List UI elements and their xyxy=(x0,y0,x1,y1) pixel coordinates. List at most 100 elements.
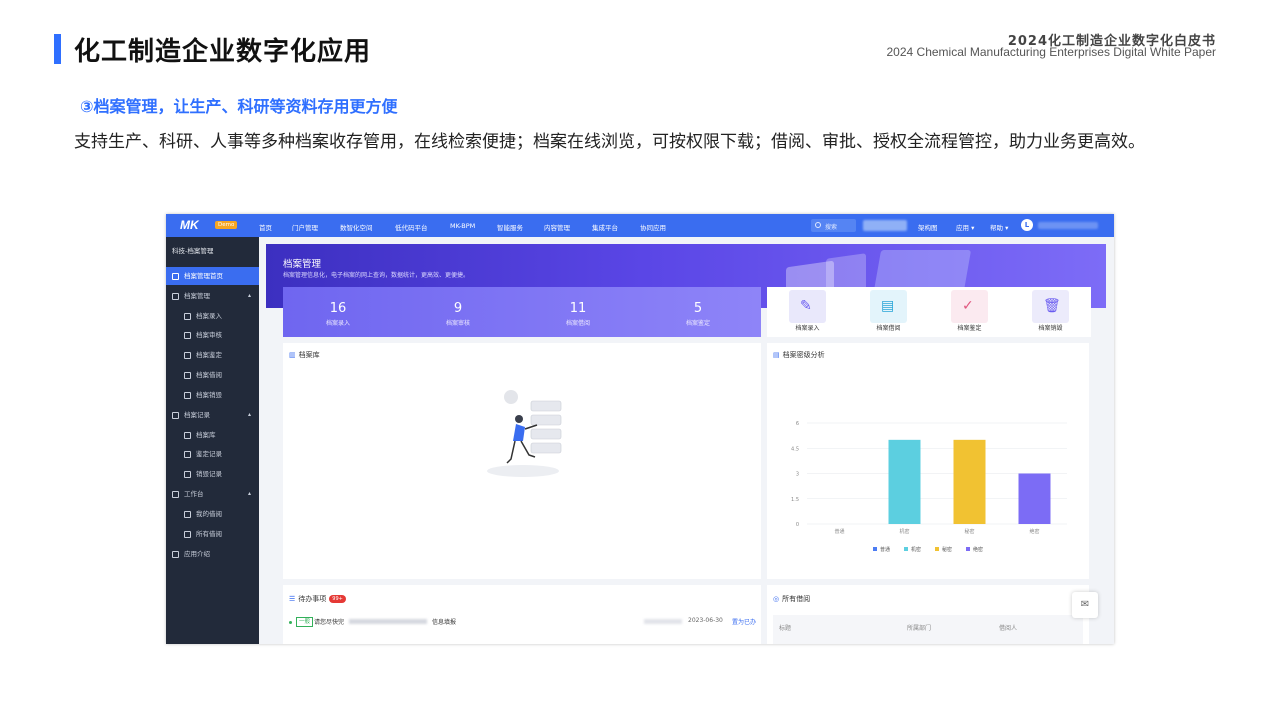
quick-action-card[interactable]: ▤ 档案借阅 xyxy=(848,287,929,337)
folder-icon xyxy=(172,490,179,498)
bar-4[interactable] xyxy=(1018,473,1051,525)
nav-content[interactable]: 内容管理 xyxy=(544,222,570,232)
todo-text-prefix: 请您尽快完 xyxy=(314,619,345,626)
nav-help-dropdown[interactable]: 帮助 ▾ xyxy=(990,222,1008,232)
nav-apps-dropdown[interactable]: 应用 ▾ xyxy=(956,222,974,232)
sidebar-item-label: 档案记录 xyxy=(184,411,210,419)
borrow-icon xyxy=(184,371,191,379)
nav-space[interactable]: 数智化空间 xyxy=(340,222,373,232)
quick-action-card[interactable]: 🗑 档案销毁 xyxy=(1010,287,1091,337)
sidebar-item[interactable]: 鉴定记录 xyxy=(166,445,259,463)
nav-collab[interactable]: 协同应用 xyxy=(640,222,666,232)
legend-swatch[interactable] xyxy=(966,547,970,551)
priority-tag: 一般 xyxy=(296,617,314,627)
list-icon: ☰ xyxy=(289,595,296,603)
body-paragraph: 支持生产、科研、人事等多种档案收存管用，在线检索便捷；档案在线浏览，可按权限下载… xyxy=(74,132,1145,152)
app-logo[interactable]: MK xyxy=(180,218,199,232)
legend-swatch[interactable] xyxy=(873,547,877,551)
bar-2[interactable] xyxy=(888,439,921,524)
y-tick-label: 4.5 xyxy=(791,446,799,452)
sidebar-item-label: 所有借阅 xyxy=(196,530,222,538)
quick-action-icon: ✎ xyxy=(800,298,812,314)
stat-borrow[interactable]: 11 档案借阅 xyxy=(523,301,633,327)
legend-label[interactable]: 绝密 xyxy=(973,546,983,553)
sidebar-item[interactable]: 档案管理 ▴ xyxy=(166,287,259,305)
sidebar-item[interactable]: 所有借阅 xyxy=(166,525,259,543)
slide: 化工制造企业数字化应用 2024化工制造企业数字化白皮书 2024 Chemic… xyxy=(0,0,1280,720)
stat-review[interactable]: 9 档案审核 xyxy=(403,301,513,327)
secrecy-analysis-panel: ▤ 档案密级分析 0 1.5 3 4.5 6 普通 机密 秘密 绝密 普通 机密 秘密 绝密 xyxy=(767,343,1089,579)
message-icon: ✉ xyxy=(1080,599,1090,610)
sidebar-item[interactable]: 档案鉴定 xyxy=(166,346,259,364)
sidebar-item-label: 档案库 xyxy=(196,431,216,439)
bar-3[interactable] xyxy=(953,439,986,524)
sidebar-item-label: 档案鉴定 xyxy=(196,351,222,359)
sidebar-item-label: 档案销毁 xyxy=(196,391,222,399)
sidebar-item[interactable]: 档案记录 ▴ xyxy=(166,406,259,424)
nav-integration[interactable]: 集成平台 xyxy=(592,222,618,232)
edit-icon xyxy=(184,450,191,458)
slide-title: 化工制造企业数字化应用 xyxy=(74,37,372,67)
sidebar-item[interactable]: 档案销毁 xyxy=(166,386,259,404)
blurred-text xyxy=(349,619,427,624)
legend-label[interactable]: 机密 xyxy=(911,546,921,553)
nav-architecture[interactable]: 架构图 xyxy=(918,222,938,232)
sidebar-item-label: 档案管理 xyxy=(184,292,210,300)
todo-count-badge: 99+ xyxy=(329,595,346,603)
section-title: ③档案管理，让生产、科研等资料存用更方便 xyxy=(80,97,398,116)
panel-title: ◎ 所有借阅 xyxy=(773,595,811,603)
sidebar-item[interactable]: 档案借阅 xyxy=(166,366,259,384)
sidebar: 科技-档案管理 档案管理首页 档案管理 ▴ 档案录入 档案审核 档案鉴定 档案借阅 档案销毁档… xyxy=(166,237,259,644)
nav-bpm[interactable]: MK-BPM xyxy=(450,222,475,230)
banner-title: 档案管理 xyxy=(283,259,322,270)
nav-lowcode[interactable]: 低代码平台 xyxy=(395,222,428,232)
user-icon xyxy=(184,510,191,518)
chevron-up-icon: ▴ xyxy=(247,411,251,418)
sidebar-item[interactable]: 档案审核 xyxy=(166,326,259,344)
blurred-username xyxy=(1038,222,1098,229)
avatar[interactable]: L xyxy=(1021,219,1033,231)
sidebar-item[interactable]: 我的借阅 xyxy=(166,505,259,523)
stat-label: 档案录入 xyxy=(325,320,350,327)
quick-action-icon: ▤ xyxy=(881,298,895,314)
todo-text-suffix: 信息填报 xyxy=(432,619,457,626)
nav-home[interactable]: 首页 xyxy=(259,222,272,232)
sidebar-item[interactable]: 档案库 xyxy=(166,426,259,444)
sidebar-item[interactable]: 应用介绍 xyxy=(166,545,259,563)
sidebar-item[interactable]: 工作台 ▴ xyxy=(166,485,259,503)
sidebar-item[interactable]: 档案录入 xyxy=(166,307,259,325)
quick-action-card[interactable]: ✎ 档案录入 xyxy=(767,287,848,337)
mark-done-link[interactable]: 置为已办 xyxy=(732,617,756,626)
stat-value: 5 xyxy=(693,301,703,316)
appraise-icon xyxy=(184,351,191,359)
sidebar-item[interactable]: 档案管理首页 xyxy=(166,267,259,285)
secrecy-bar-chart: 01.534.56普通 机密 秘密 绝密普通 机密 秘密 绝密 xyxy=(791,421,1067,553)
y-tick-label: 3 xyxy=(796,472,799,478)
search-input[interactable]: 搜索 xyxy=(811,219,856,232)
x-tick-label: 秘密 xyxy=(964,528,974,535)
sidebar-item-label: 档案借阅 xyxy=(196,371,222,379)
quick-action-card[interactable]: ✓ 档案鉴定 xyxy=(929,287,1010,337)
stat-appraise[interactable]: 5 档案鉴定 xyxy=(643,301,753,327)
legend-swatch[interactable] xyxy=(935,547,939,551)
eye-icon xyxy=(184,530,191,538)
sidebar-item[interactable]: 销毁记录 xyxy=(166,465,259,483)
sidebar-item-label: 销毁记录 xyxy=(196,470,222,478)
column-title: 标题 xyxy=(779,625,792,632)
legend-label[interactable]: 秘密 xyxy=(942,546,952,553)
search-icon xyxy=(815,222,821,228)
scissors-icon xyxy=(184,470,191,478)
sidebar-item-label: 工作台 xyxy=(184,490,204,498)
todo-item[interactable]: 一般 请您尽快完 信息填报 2023-06-30 置为已办 xyxy=(289,617,759,631)
legend-swatch[interactable] xyxy=(904,547,908,551)
stat-value: 9 xyxy=(453,301,463,316)
quick-action-label: 档案销毁 xyxy=(1038,325,1063,332)
legend-label[interactable]: 普通 xyxy=(880,546,890,553)
stat-entry[interactable]: 16 档案录入 xyxy=(283,301,393,327)
message-float-button[interactable]: ✉ xyxy=(1072,592,1098,618)
sidebar-item-label: 档案管理首页 xyxy=(184,272,223,280)
stat-value: 16 xyxy=(329,301,347,316)
nav-portal[interactable]: 门户管理 xyxy=(292,222,318,232)
eye-icon: ◎ xyxy=(773,595,780,603)
nav-smart-service[interactable]: 智能服务 xyxy=(497,222,523,232)
